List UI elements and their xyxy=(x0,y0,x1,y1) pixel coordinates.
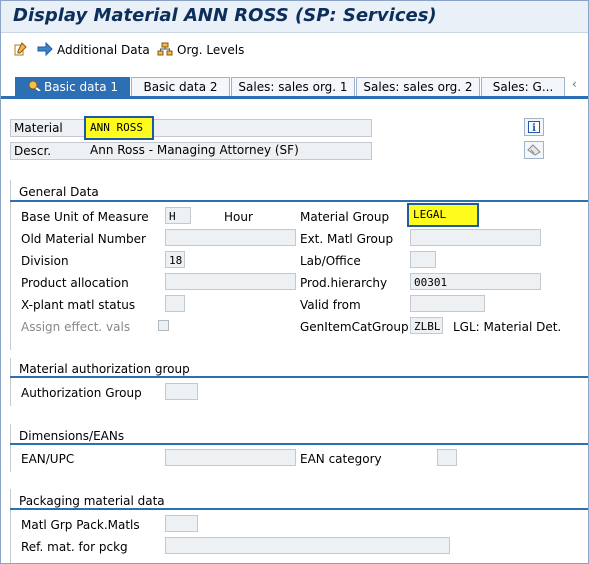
valid-from-field[interactable] xyxy=(410,295,485,312)
prod-hier-label: Prod.hierarchy xyxy=(300,276,388,290)
dims-section-title: Dimensions/EANs xyxy=(19,429,125,443)
tab-sales-org-2[interactable]: Sales: sales org. 2 xyxy=(356,77,480,97)
material-label: Material xyxy=(14,121,63,135)
lab-office-label: Lab/Office xyxy=(300,254,361,268)
additional-data-button[interactable]: Additional Data xyxy=(37,41,150,59)
auth-group-field[interactable] xyxy=(165,383,198,400)
title-bar: Display Material ANN ROSS (SP: Services) xyxy=(1,1,588,33)
base-uom-label: Base Unit of Measure xyxy=(21,210,149,224)
other-icon xyxy=(527,144,541,156)
dims-frame xyxy=(10,424,11,472)
old-matl-field[interactable] xyxy=(165,229,296,246)
general-section-title: General Data xyxy=(19,185,99,199)
product-alloc-label: Product allocation xyxy=(21,276,129,290)
tab-sales-org-1[interactable]: Sales: sales org. 1 xyxy=(231,77,355,97)
general-rule xyxy=(10,200,588,202)
ext-matl-group-field[interactable] xyxy=(410,229,541,246)
auth-rule xyxy=(10,376,588,378)
base-uom-text: Hour xyxy=(224,210,253,224)
product-alloc-field[interactable] xyxy=(165,273,296,290)
auth-section-title: Material authorization group xyxy=(19,362,190,376)
auth-frame xyxy=(10,358,11,406)
packaging-section-title: Packaging material data xyxy=(19,494,165,508)
org-levels-button[interactable]: Org. Levels xyxy=(157,41,244,59)
svg-text:i: i xyxy=(532,123,536,133)
application-toolbar: Additional Data Org. Levels xyxy=(1,33,588,69)
additional-data-icon xyxy=(37,41,53,59)
tab-strip: Basic data 1 Basic data 2 Sales: sales o… xyxy=(1,71,588,97)
material-row-bg xyxy=(10,119,372,137)
ean-cat-field[interactable] xyxy=(437,449,457,466)
xplant-label: X-plant matl status xyxy=(21,298,136,312)
matl-grp-pack-field[interactable] xyxy=(165,515,198,532)
sap-window: Display Material ANN ROSS (SP: Services)… xyxy=(0,0,589,564)
ext-matl-group-label: Ext. Matl Group xyxy=(300,232,394,246)
edit-icon-button[interactable] xyxy=(13,41,31,59)
tab-basic-data-1[interactable]: Basic data 1 xyxy=(15,77,130,97)
dims-rule xyxy=(10,443,588,445)
packaging-frame xyxy=(10,489,11,563)
general-frame xyxy=(10,180,11,350)
info-icon: i xyxy=(528,121,540,133)
assign-eff-checkbox[interactable] xyxy=(158,320,169,331)
ean-upc-field[interactable] xyxy=(165,449,296,466)
tab-overview-icon xyxy=(27,78,41,97)
assign-eff-label: Assign effect. vals xyxy=(21,320,131,334)
gen-item-cat-text: LGL: Material Det. xyxy=(453,320,562,334)
xplant-field[interactable] xyxy=(165,295,185,312)
gen-item-cat-label: GenItemCatGroup xyxy=(300,320,409,334)
lab-office-field[interactable] xyxy=(410,251,436,268)
ean-cat-label: EAN category xyxy=(300,452,382,466)
base-uom-field[interactable]: H xyxy=(165,207,191,224)
division-field[interactable]: 18 xyxy=(165,251,185,268)
tab-underline xyxy=(1,96,588,99)
descr-field[interactable]: Ann Ross - Managing Attorney (SF) xyxy=(87,142,372,159)
tab-basic-data-2[interactable]: Basic data 2 xyxy=(131,77,230,97)
other-button[interactable] xyxy=(524,141,544,159)
old-matl-label: Old Material Number xyxy=(21,232,146,246)
auth-group-label: Authorization Group xyxy=(21,386,142,400)
org-levels-icon xyxy=(157,42,173,59)
info-button[interactable]: i xyxy=(524,118,544,136)
page-title: Display Material ANN ROSS (SP: Services) xyxy=(13,5,437,26)
material-field[interactable]: ANN ROSS xyxy=(87,119,151,136)
org-levels-label: Org. Levels xyxy=(177,43,245,57)
matl-group-field[interactable]: LEGAL xyxy=(410,206,476,223)
tab-sales-general[interactable]: Sales: G... xyxy=(481,77,565,97)
valid-from-label: Valid from xyxy=(300,298,361,312)
tab-scroll-left-icon[interactable]: ‹ xyxy=(572,77,577,91)
division-label: Division xyxy=(21,254,69,268)
matl-group-label: Material Group xyxy=(300,210,390,224)
prod-hier-field[interactable]: 00301 xyxy=(410,273,541,290)
ref-mat-field[interactable] xyxy=(165,537,450,554)
edit-doc-icon xyxy=(13,41,27,59)
descr-label: Descr. xyxy=(14,144,52,158)
ref-mat-label: Ref. mat. for pckg xyxy=(21,540,128,554)
matl-grp-pack-label: Matl Grp Pack.Matls xyxy=(21,518,140,532)
gen-item-cat-field[interactable]: ZLBL xyxy=(410,317,443,334)
additional-data-label: Additional Data xyxy=(57,43,150,57)
packaging-rule xyxy=(10,508,588,510)
ean-upc-label: EAN/UPC xyxy=(21,452,75,466)
